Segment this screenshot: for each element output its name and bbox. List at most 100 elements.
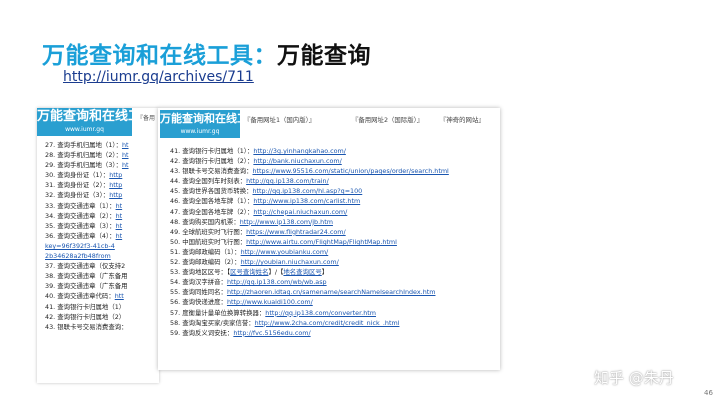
back-row: 27. 查询手机归属地（1）：ht bbox=[45, 140, 159, 150]
row-link[interactable]: http://chepai.niuchaxun.com/ bbox=[253, 208, 347, 216]
row-link[interactable]: key=96f392f3-41cb-4 bbox=[45, 242, 115, 250]
slide: 万能查询和在线工具：万能查询 http://iumr.gq/archives/7… bbox=[0, 0, 720, 405]
row-label: 32. 查询身份证（3）： bbox=[45, 191, 110, 200]
row-label: 48. 查询购买国内机票： bbox=[170, 217, 240, 226]
row-label: 39. 查询交通违章（广东备用 bbox=[45, 282, 128, 291]
row-link[interactable]: ht bbox=[122, 141, 129, 149]
row-link[interactable]: ht bbox=[116, 232, 123, 240]
watermark: 知乎 @朱丹 bbox=[594, 369, 674, 387]
row-link[interactable]: http://www.kuaidi100.com/ bbox=[227, 298, 313, 306]
front-row: 56. 查询快递进度：http://www.kuaidi100.com/ bbox=[170, 297, 500, 307]
title-part-1: 万能查询和在线工具： bbox=[42, 43, 277, 69]
back-row: 33. 查询交通违章（1）：ht bbox=[45, 201, 159, 211]
row-link[interactable]: http://zhaoren.idtag.cn/samename/searchN… bbox=[227, 288, 436, 296]
row-label: 34. 查询交通违章（2）： bbox=[45, 211, 116, 220]
row-link[interactable]: http://youbian.niuchaxun.com/ bbox=[241, 258, 339, 266]
front-row: 43. 银联卡号交易消费查询：https://www.95516.com/sta… bbox=[170, 166, 500, 176]
back-row: 28. 查询手机归属地（2）：ht bbox=[45, 150, 159, 160]
row-link[interactable]: http://3g.yinhangkahao.com/ bbox=[253, 147, 346, 155]
row-label: 41. 查询银行卡归属地（1）： bbox=[170, 147, 254, 155]
back-row: 43. 银联卡号交易消费查询： bbox=[45, 322, 159, 332]
row-label: 54. 查询汉字拼音： bbox=[170, 278, 227, 287]
front-row: 42. 查询银行卡归属地（2）：http://bank.niuchaxun.co… bbox=[170, 156, 500, 166]
slide-title: 万能查询和在线工具：万能查询 bbox=[42, 36, 371, 70]
row-link[interactable]: http bbox=[109, 191, 122, 199]
row-label: 50. 中国航班实时飞行图： bbox=[170, 237, 247, 246]
row-link[interactable]: ht bbox=[116, 202, 123, 210]
row-link[interactable]: http bbox=[109, 181, 122, 189]
title-part-2: 万能查询 bbox=[277, 43, 371, 69]
row-label: 40. 查询交通违章代码： bbox=[45, 292, 115, 301]
row-link[interactable]: http://www.youbianku.com/ bbox=[241, 248, 329, 256]
front-link-list: 41. 查询银行卡归属地（1）：http://3g.yinhangkahao.c… bbox=[170, 140, 500, 338]
row-link[interactable]: ht bbox=[122, 161, 129, 169]
row-label: 36. 查询交通违章（4）： bbox=[45, 231, 116, 240]
site-tabs: 『备用网址1（国内版）』 『备用网址2（国际版）』 『神奇的网站』 bbox=[244, 115, 500, 127]
row-label: 59. 查询反义词安抚： bbox=[170, 328, 234, 337]
tab-magic-sites[interactable]: 『神奇的网站』 bbox=[440, 115, 485, 124]
row-link[interactable]: http://www.2cha.com/credit/credit_nick_.… bbox=[255, 319, 400, 327]
front-row: 54. 查询汉字拼音：http://qq.ip138.com/wb/wb.asp bbox=[170, 277, 500, 287]
tab-backup-2[interactable]: 『备用网址2（国际版）』 bbox=[352, 115, 423, 124]
logo-text: 万能查询和在线工具 bbox=[160, 112, 240, 125]
row-link[interactable]: htt bbox=[115, 292, 124, 300]
row-link[interactable]: http://www.ip138.com/jb.htm bbox=[240, 218, 333, 226]
row-label: 29. 查询手机归属地（3）： bbox=[45, 161, 122, 170]
row-link[interactable]: 地名查询区号 bbox=[283, 268, 321, 276]
row-link[interactable]: 区号查询姓名 bbox=[230, 268, 268, 276]
front-row: 48. 查询购买国内机票：http://www.ip138.com/jb.htm bbox=[170, 217, 500, 227]
row-link[interactable]: ht bbox=[116, 212, 123, 220]
row-label: 35. 查询交通违章（3）： bbox=[45, 221, 116, 230]
back-row: 38. 查询交通违章（广东备用 bbox=[45, 271, 159, 281]
back-row: 2b34628a2fb48from bbox=[45, 251, 159, 261]
row-link[interactable]: ht bbox=[122, 151, 129, 159]
row-link[interactable]: http bbox=[109, 171, 122, 179]
row-label: 30. 查询身份证（1）： bbox=[45, 171, 110, 180]
logo-text: 万能查询和在线工具 bbox=[37, 109, 132, 124]
row-label: 27. 查询手机归属地（1）： bbox=[45, 141, 122, 149]
row-label: 51. 查询邮政编码（1）： bbox=[170, 247, 241, 256]
row-link[interactable]: http://bank.niuchaxun.com/ bbox=[253, 157, 341, 165]
back-row: 30. 查询身份证（1）：http bbox=[45, 170, 159, 180]
front-row: 53. 查询地区区号：【区号查询姓名】/【地名查询区号】 bbox=[170, 267, 500, 277]
back-row: 37. 查询交通违章（仅支持2 bbox=[45, 261, 159, 271]
front-row: 55. 查询同姓同名：http://zhaoren.idtag.cn/samen… bbox=[170, 287, 500, 297]
row-label: 37. 查询交通违章（仅支持2 bbox=[45, 262, 126, 271]
back-row: 36. 查询交通违章（4）：ht bbox=[45, 231, 159, 241]
logo-url: www.iumr.gq bbox=[180, 128, 220, 135]
front-row: 52. 查询邮政编码（2）：http://youbian.niuchaxun.c… bbox=[170, 257, 500, 267]
tab-backup-1[interactable]: 『备用网址1（国内版）』 bbox=[244, 115, 315, 124]
front-row: 47. 查询全国各地车牌（2）：http://chepai.niuchaxun.… bbox=[170, 207, 500, 217]
row-label: 45. 查询世界各国货币转换： bbox=[170, 187, 253, 196]
back-row: key=96f392f3-41cb-4 bbox=[45, 241, 159, 251]
row-label: 31. 查询身份证（2）： bbox=[45, 181, 110, 190]
row-label: 52. 查询邮政编码（2）： bbox=[170, 258, 241, 267]
source-link[interactable]: http://iumr.gq/archives/711 bbox=[63, 69, 254, 85]
front-row: 51. 查询邮政编码（1）：http://www.youbianku.com/ bbox=[170, 247, 500, 257]
row-label: 57. 度衡量计量单位换算转换器： bbox=[170, 308, 266, 317]
row-link[interactable]: http://qq.ip138.com/train/ bbox=[246, 177, 329, 185]
back-row: 40. 查询交通违章代码：htt bbox=[45, 291, 159, 301]
row-link[interactable]: http://www.airtu.com/FlightMap/FlightMap… bbox=[246, 238, 397, 246]
row-label: 42. 查询银行卡归属地（2）： bbox=[170, 157, 254, 166]
row-link[interactable]: https://www.flightradar24.com/ bbox=[246, 228, 346, 236]
row-link[interactable]: ht bbox=[116, 222, 123, 230]
row-link[interactable]: http://qq.ip138.com/hl.asp?q=100 bbox=[253, 187, 363, 195]
row-label: 28. 查询手机归属地（2）： bbox=[45, 151, 122, 160]
row-link[interactable]: http://qq.ip138.com/wb/wb.asp bbox=[227, 278, 327, 286]
row-label: 46. 查询全国各地车牌（1）： bbox=[170, 197, 254, 206]
row-label: 49. 全球航班实时飞行图： bbox=[170, 227, 247, 236]
row-link[interactable]: https://www.95516.com/static/union/pages… bbox=[253, 167, 449, 175]
logo-url: www.iumr.gq bbox=[65, 126, 104, 133]
row-link[interactable]: http://fvc.5156edu.com/ bbox=[233, 329, 310, 337]
row-link[interactable]: http://www.ip138.com/carlist.htm bbox=[253, 197, 360, 205]
row-label: 56. 查询快递进度： bbox=[170, 298, 227, 307]
row-label: 】 bbox=[321, 268, 329, 277]
tab-fragment[interactable]: 『备用 bbox=[137, 113, 155, 122]
row-label: 53. 查询地区区号：【 bbox=[170, 268, 231, 277]
front-row: 58. 查询淘宝买家/卖家信誉：http://www.2cha.com/cred… bbox=[170, 318, 500, 328]
front-row: 57. 度衡量计量单位换算转换器：http://qq.ip138.com/con… bbox=[170, 308, 500, 318]
row-link[interactable]: 2b34628a2fb48from bbox=[45, 252, 111, 260]
row-link[interactable]: http://qq.ip138.com/converter.htm bbox=[265, 309, 376, 317]
row-label: 】/【 bbox=[268, 268, 284, 277]
